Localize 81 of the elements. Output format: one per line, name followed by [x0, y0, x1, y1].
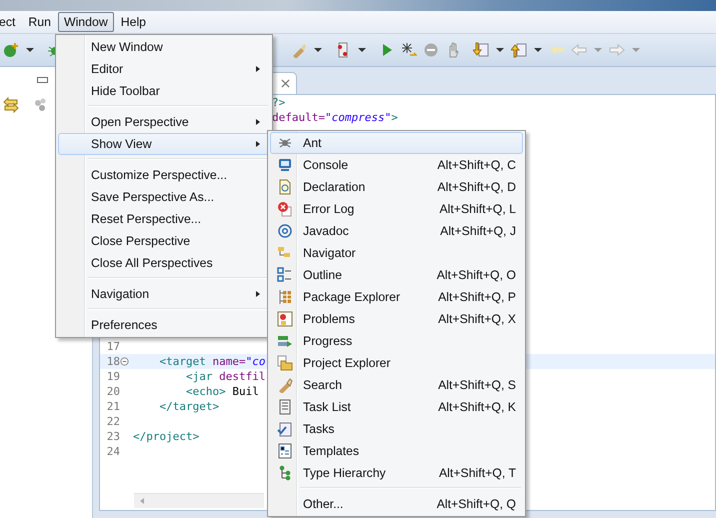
menu-item[interactable]: Save Perspective As...	[58, 186, 270, 208]
package-tree-icon	[277, 289, 293, 305]
menu-item[interactable]: Type Hierarchy Alt+Shift+Q, T	[270, 462, 523, 484]
submenu-arrow-icon	[256, 66, 260, 72]
menu-item[interactable]: Show View	[58, 133, 270, 155]
line-number: 19	[106, 369, 120, 384]
menu-item[interactable]: Progress	[270, 330, 523, 352]
menu-bar-item[interactable]: Run	[22, 12, 57, 32]
submenu-arrow-icon	[256, 119, 260, 125]
code-line: <jar destfil	[184, 369, 266, 384]
progress-icon	[277, 333, 293, 349]
scroll-left-icon[interactable]	[140, 498, 144, 504]
line-number: 17	[106, 339, 120, 354]
dropdown-arrow-icon[interactable]	[26, 48, 34, 52]
line-number: 18	[106, 354, 120, 369]
template-icon	[277, 443, 293, 459]
menu-item[interactable]: Error Log Alt+Shift+Q, L	[270, 198, 523, 220]
menu-item[interactable]: Project Explorer	[270, 352, 523, 374]
menu-item[interactable]: Problems Alt+Shift+Q, X	[270, 308, 523, 330]
line-number: 22	[106, 414, 120, 429]
hierarchy-icon	[277, 465, 293, 481]
code-line: <target name="co	[158, 354, 266, 369]
menu-item[interactable]: Close All Perspectives	[58, 252, 270, 274]
new-class-icon[interactable]	[3, 42, 19, 58]
dropdown-arrow-icon[interactable]	[496, 48, 504, 52]
menu-item[interactable]: Reset Perspective...	[58, 208, 270, 230]
menu-item[interactable]: Outline Alt+Shift+Q, O	[270, 264, 523, 286]
code-line: <echo> Buil	[184, 384, 259, 399]
menu-item[interactable]: Javadoc Alt+Shift+Q, J	[270, 220, 523, 242]
outline-icon	[277, 267, 293, 283]
menu-item[interactable]: Navigator	[270, 242, 523, 264]
document-icon	[277, 179, 293, 195]
line-number: 21	[106, 399, 120, 414]
menu-item[interactable]: Preferences	[58, 314, 270, 336]
submenu-arrow-icon	[256, 291, 260, 297]
horizontal-scrollbar[interactable]	[134, 493, 264, 508]
menu-item[interactable]: New Window	[58, 36, 270, 58]
menu-item[interactable]: Open Perspective	[58, 111, 270, 133]
flashlight-icon	[277, 377, 293, 393]
stop-icon[interactable]	[423, 42, 439, 58]
dropdown-arrow-icon[interactable]	[534, 48, 542, 52]
code-line: </project>	[133, 429, 200, 444]
menu-item[interactable]: Close Perspective	[58, 230, 270, 252]
collapse-icon[interactable]	[120, 357, 129, 366]
minimize-icon[interactable]	[37, 77, 48, 83]
error-icon	[277, 201, 293, 217]
menu-item[interactable]: Editor	[58, 58, 270, 80]
up-arrow-document-icon[interactable]	[511, 42, 527, 58]
menu-item[interactable]: Ant	[270, 132, 523, 154]
code-line: </target>	[158, 399, 220, 414]
menu-item[interactable]: Task List Alt+Shift+Q, K	[270, 396, 523, 418]
menu-item[interactable]: Package Explorer Alt+Shift+Q, P	[270, 286, 523, 308]
menu-item[interactable]: Navigation	[58, 283, 270, 305]
menu-item[interactable]: Search Alt+Shift+Q, S	[270, 374, 523, 396]
menu-item[interactable]: Declaration Alt+Shift+Q, D	[270, 176, 523, 198]
code-line: default="compress">	[272, 110, 398, 125]
menu-bar-item[interactable]: Help	[114, 12, 152, 32]
sparkle-icon[interactable]	[401, 42, 417, 58]
list-icon	[277, 399, 293, 415]
menu-item[interactable]: Tasks	[270, 418, 523, 440]
line-number: 20	[106, 384, 120, 399]
dropdown-arrow-icon[interactable]	[314, 48, 322, 52]
menu-item[interactable]: Console Alt+Shift+Q, C	[270, 154, 523, 176]
dropdown-arrow-icon[interactable]	[358, 48, 366, 52]
line-number: 24	[106, 444, 120, 459]
code-line: ?>	[272, 95, 286, 110]
menu-item[interactable]: Customize Perspective...	[58, 164, 270, 186]
close-icon[interactable]	[281, 79, 290, 88]
menu-bar-item[interactable]: Window	[58, 12, 114, 32]
checklist-icon	[277, 421, 293, 437]
sync-arrows-icon[interactable]	[3, 97, 19, 113]
problems-icon	[277, 311, 293, 327]
menu-item[interactable]: Hide Toolbar	[58, 80, 270, 102]
line-number: 23	[106, 429, 120, 444]
menu-item[interactable]: Other... Alt+Shift+Q, Q	[270, 493, 523, 515]
submenu-arrow-icon	[256, 141, 260, 147]
flashlight-icon[interactable]	[291, 42, 307, 58]
folder-icon	[277, 355, 293, 371]
menu-item[interactable]: Templates	[270, 440, 523, 462]
monitor-icon	[277, 157, 293, 173]
down-arrow-document-icon[interactable]	[473, 42, 489, 58]
